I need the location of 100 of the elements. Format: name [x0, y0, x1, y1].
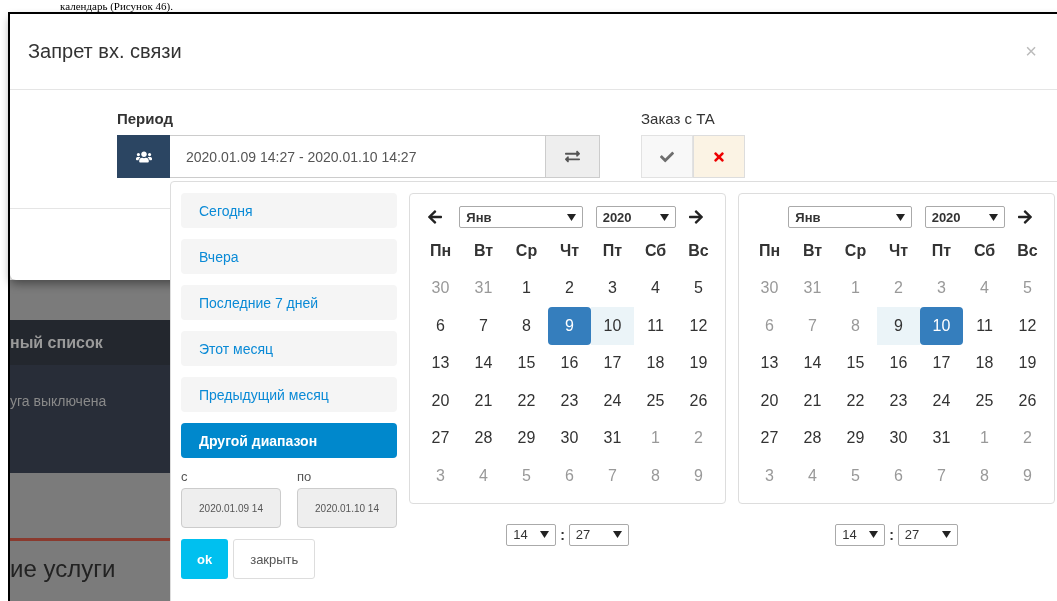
calendar-day[interactable]: 22: [505, 382, 548, 420]
calendar-day[interactable]: 26: [1006, 382, 1049, 420]
calendar-day[interactable]: 30: [877, 419, 920, 457]
year-select[interactable]: 2020: [924, 206, 1005, 228]
calendar-day[interactable]: 19: [677, 344, 720, 382]
calendar-day[interactable]: 3: [591, 269, 634, 307]
document-caption: календарь (Рисунок 46).: [59, 0, 174, 12]
calendar-day[interactable]: 5: [677, 269, 720, 307]
calendar-day[interactable]: 28: [791, 419, 834, 457]
minute-select[interactable]: 27: [897, 523, 958, 546]
calendar-day[interactable]: 12: [677, 307, 720, 345]
no-toggle-button[interactable]: [693, 135, 745, 178]
calendar-day[interactable]: 13: [748, 344, 791, 382]
weekday-label: Вт: [801, 240, 824, 261]
users-icon: [117, 135, 170, 178]
calendar-day[interactable]: 21: [462, 382, 505, 420]
minute-select[interactable]: 27: [568, 523, 629, 546]
month-select[interactable]: Янв: [788, 206, 913, 228]
caret-icon: [988, 213, 998, 221]
weekday-label: Чт: [558, 240, 581, 261]
caret-icon: [941, 531, 951, 538]
calendar-day[interactable]: 23: [877, 382, 920, 420]
calendar-day[interactable]: 18: [963, 344, 1006, 382]
swap-arrows-icon: [565, 149, 580, 164]
calendar-day[interactable]: 30: [548, 419, 591, 457]
time-separator: :: [560, 526, 565, 543]
calendar-day[interactable]: 16: [877, 344, 920, 382]
calendar-day[interactable]: 24: [591, 382, 634, 420]
weekday-label: Ср: [843, 240, 868, 261]
range-option[interactable]: Другой диапазон: [181, 423, 397, 458]
cross-icon: [712, 149, 726, 164]
calendar-day[interactable]: 20: [419, 382, 462, 420]
yes-toggle-button[interactable]: [641, 135, 693, 178]
calendar-day[interactable]: 2: [548, 269, 591, 307]
weekday-label: Чт: [887, 240, 910, 261]
weekday-label: Вт: [472, 240, 495, 261]
checkmark-icon: [660, 149, 674, 164]
calendar-day[interactable]: 25: [634, 382, 677, 420]
hour-select[interactable]: 14: [835, 523, 886, 546]
calendar-day[interactable]: 15: [505, 344, 548, 382]
to-date-field[interactable]: 2020.01.10 14: [297, 488, 397, 528]
year-select[interactable]: 2020: [595, 206, 676, 228]
calendar-day[interactable]: 8: [505, 307, 548, 345]
hour-select[interactable]: 14: [506, 523, 557, 546]
caret-icon: [567, 213, 577, 221]
period-label: Период: [117, 110, 174, 127]
calendar-day[interactable]: 12: [1006, 307, 1049, 345]
calendar-day[interactable]: 10: [591, 307, 634, 345]
period-input[interactable]: 2020.01.09 14:27 - 2020.01.10 14:27: [170, 135, 546, 178]
calendar-day[interactable]: 9: [548, 307, 591, 345]
calendar-day[interactable]: 17: [920, 344, 963, 382]
calendar-day[interactable]: 11: [634, 307, 677, 345]
range-option[interactable]: Этот месяц: [181, 331, 397, 366]
calendar-day[interactable]: 25: [963, 382, 1006, 420]
calendar-day[interactable]: 26: [677, 382, 720, 420]
weekday-label: Пт: [930, 240, 953, 261]
from-date-field[interactable]: 2020.01.09 14: [181, 488, 281, 528]
weekday-label: Сб: [972, 240, 997, 261]
weekday-label: Вс: [1016, 240, 1039, 261]
order-label: Заказ с ТА: [641, 110, 716, 127]
calendar-day[interactable]: 17: [591, 344, 634, 382]
calendar-day[interactable]: 13: [419, 344, 462, 382]
weekday-label: Сб: [643, 240, 668, 261]
calendar-day[interactable]: 16: [548, 344, 591, 382]
calendar-day[interactable]: 31: [920, 419, 963, 457]
time-separator: :: [889, 526, 894, 543]
calendar-day[interactable]: 21: [791, 382, 834, 420]
calendar-day[interactable]: 23: [548, 382, 591, 420]
close-picker-button[interactable]: закрыть: [233, 539, 316, 579]
calendar-day[interactable]: 18: [634, 344, 677, 382]
calendar-day[interactable]: 27: [419, 419, 462, 457]
calendar-day[interactable]: 10: [920, 307, 963, 345]
calendar-day[interactable]: 6: [419, 307, 462, 345]
calendar-day[interactable]: 7: [462, 307, 505, 345]
calendar-day[interactable]: 14: [791, 344, 834, 382]
calendar-day[interactable]: 27: [748, 419, 791, 457]
caret-icon: [659, 213, 669, 221]
calendar-day[interactable]: 28: [462, 419, 505, 457]
dialog-title: Запрет вх. связи: [28, 40, 182, 63]
range-option[interactable]: Предыдущий месяц: [181, 377, 397, 412]
calendar-day[interactable]: 20: [748, 382, 791, 420]
calendar-day[interactable]: 19: [1006, 344, 1049, 382]
from-label: с: [181, 469, 189, 484]
calendar-day[interactable]: 31: [591, 419, 634, 457]
calendar-day[interactable]: 1: [505, 269, 548, 307]
calendar-day[interactable]: 15: [834, 344, 877, 382]
month-select[interactable]: Янв: [459, 206, 584, 228]
caret-icon: [612, 531, 622, 538]
calendar-day[interactable]: 29: [834, 419, 877, 457]
calendar-day[interactable]: 22: [834, 382, 877, 420]
calendar-day[interactable]: 4: [634, 269, 677, 307]
caret-icon: [540, 531, 550, 538]
calendar-day[interactable]: 14: [462, 344, 505, 382]
calendar-day[interactable]: 11: [963, 307, 1006, 345]
calendar-day[interactable]: 29: [505, 419, 548, 457]
swap-button[interactable]: [546, 135, 600, 178]
calendar-day[interactable]: 9: [877, 307, 920, 345]
weekday-label: Вс: [687, 240, 710, 261]
calendar-day[interactable]: 24: [920, 382, 963, 420]
weekday-label: Пн: [428, 240, 453, 261]
